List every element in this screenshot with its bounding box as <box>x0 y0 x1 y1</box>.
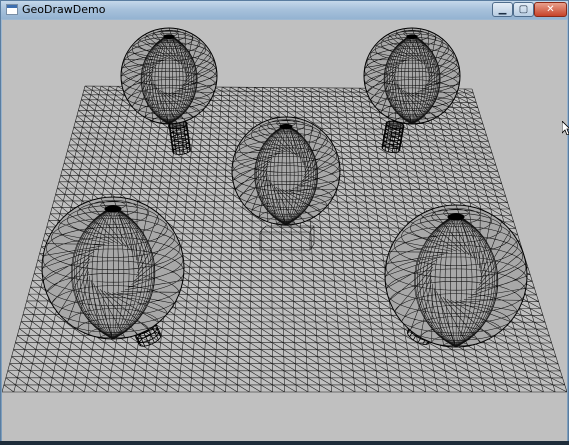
sphere-back-left <box>120 27 218 125</box>
minimize-button[interactable]: ▁ <box>492 2 513 17</box>
close-button[interactable]: ✕ <box>534 2 567 17</box>
sphere-center-pole <box>279 123 293 130</box>
wireframe-scene <box>2 27 567 393</box>
app-window-icon[interactable] <box>6 4 18 15</box>
sphere-back-right-pole <box>406 34 418 40</box>
render-viewport[interactable] <box>2 20 567 444</box>
cylinder-back-right <box>381 120 405 153</box>
window-title: GeoDrawDemo <box>22 3 106 16</box>
sphere-front-left-pole <box>104 205 122 213</box>
taskbar-edge <box>0 441 569 445</box>
sphere-back-left-pole <box>163 34 175 40</box>
app-window: GeoDrawDemo ▁ ▢ ✕ <box>0 0 569 445</box>
maximize-button[interactable]: ▢ <box>513 2 534 17</box>
title-bar[interactable]: GeoDrawDemo ▁ ▢ ✕ <box>1 1 568 19</box>
sphere-front-right-pole <box>447 213 465 221</box>
mouse-cursor-icon <box>562 121 569 135</box>
